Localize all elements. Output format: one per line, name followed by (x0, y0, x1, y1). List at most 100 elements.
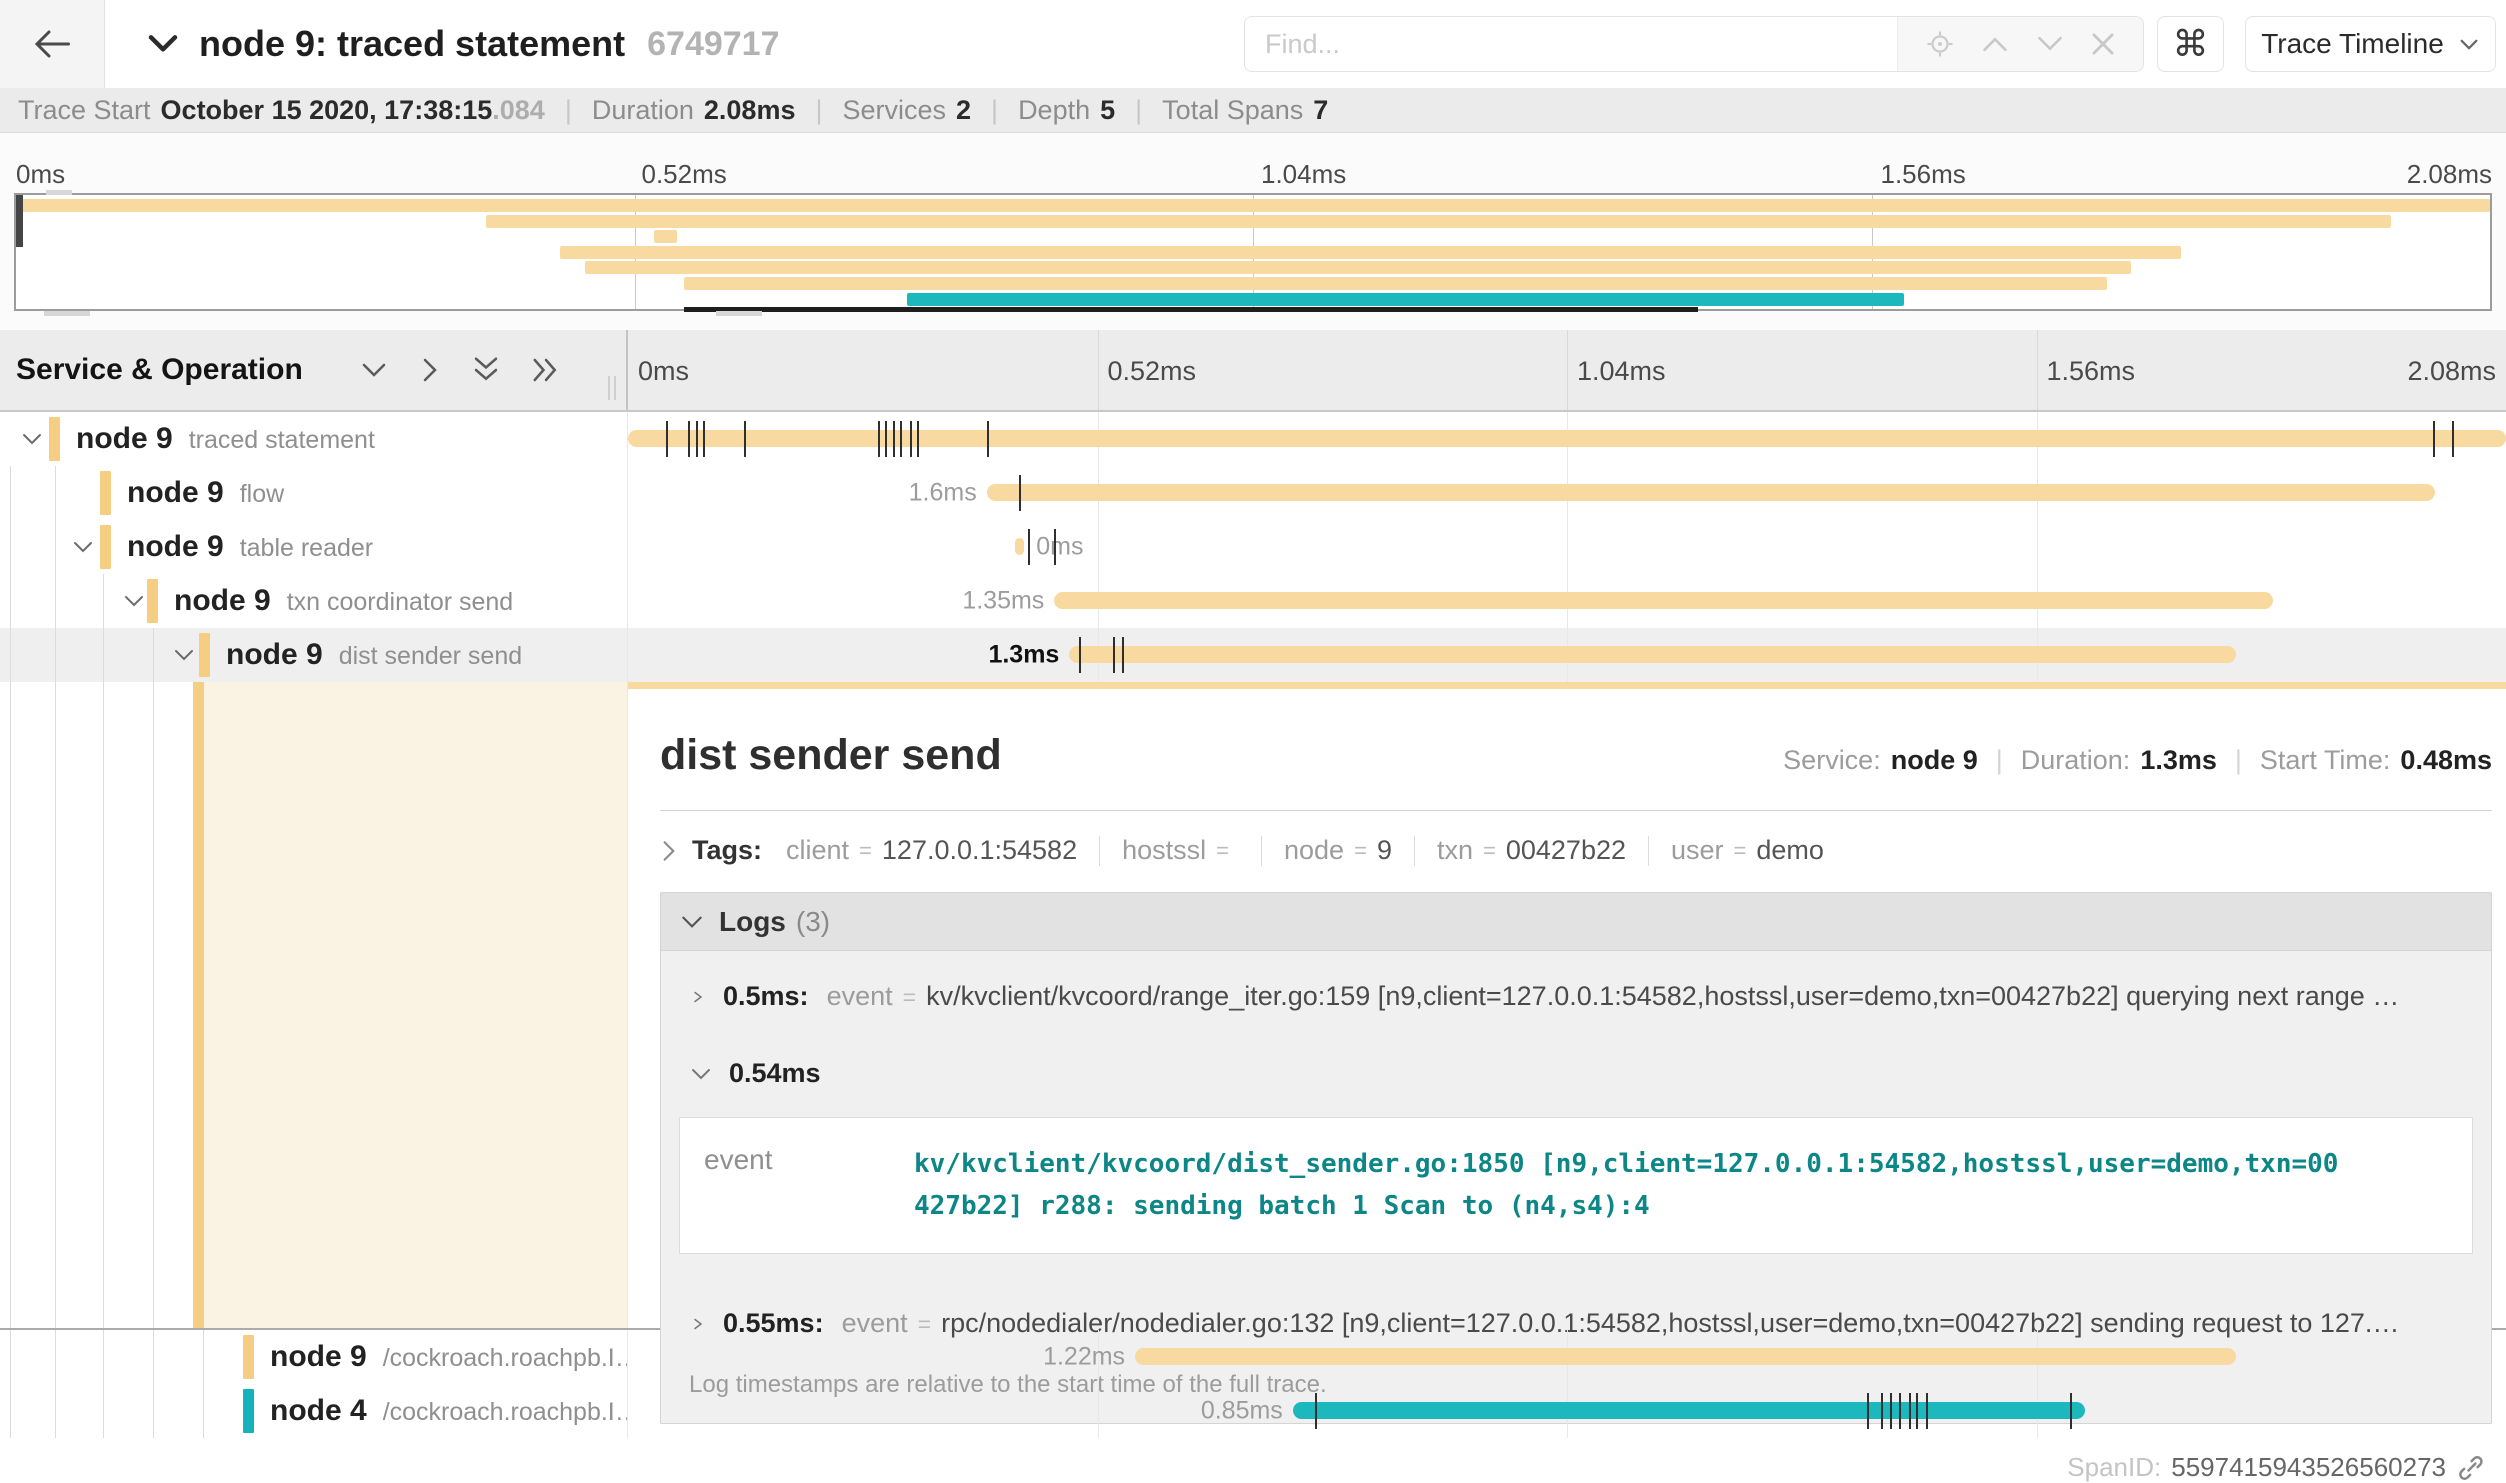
span-bar[interactable] (1069, 646, 2235, 663)
tag-key: hostssl (1122, 835, 1206, 866)
span-bar[interactable] (1135, 1348, 2236, 1365)
span-name-cell[interactable]: node 4/cockroach.roachpb.I… (0, 1384, 628, 1438)
span-operation-name: dist sender send (339, 642, 522, 670)
log-marker-tick (885, 421, 887, 457)
find-prev-icon[interactable] (1981, 34, 2009, 54)
tags-label: Tags: (692, 835, 762, 866)
span-name-cell[interactable]: node 9txn coordinator send (0, 574, 628, 628)
span-service-name[interactable]: node 9/cockroach.roachpb.I… (270, 1340, 628, 1374)
span-collapse-chevron-icon[interactable] (122, 593, 146, 609)
service-operation-title: Service & Operation (16, 353, 303, 387)
indent-guide (153, 1330, 154, 1384)
minimap-drag-handle[interactable] (16, 195, 23, 247)
span-row: node 9table reader 0ms (0, 520, 2506, 574)
span-timeline-cell[interactable]: 1.35ms (628, 574, 2506, 628)
span-operation-name: table reader (240, 534, 373, 562)
span-timeline-cell[interactable]: 1.6ms (628, 466, 2506, 520)
span-timeline-cell[interactable]: 0.85ms (628, 1384, 2506, 1438)
minimap-scrub-line[interactable] (684, 307, 1698, 312)
detail-meta-label: Start Time: (2260, 745, 2391, 776)
span-id-label: SpanID: (2067, 1452, 2161, 1483)
span-collapse-chevron-icon[interactable] (71, 539, 95, 555)
span-bar[interactable] (1293, 1402, 2086, 1419)
span-id-row: SpanID: 5597415943526560273 (660, 1452, 2492, 1483)
meta-separator: | (1996, 745, 2003, 776)
summary-separator: | (991, 95, 998, 126)
log-marker-tick (1019, 475, 1021, 511)
ruler-gridline (2037, 330, 2038, 410)
minimap-scrub-tab[interactable] (46, 190, 72, 195)
log-entry[interactable]: 0.5ms:event=kv/kvclient/kvcoord/range_it… (679, 955, 2473, 1032)
span-color-accent (100, 471, 111, 515)
ruler-gridline (1098, 330, 1099, 410)
span-name-cell[interactable]: node 9traced statement (0, 412, 628, 466)
span-name-cell[interactable]: node 9flow (0, 466, 628, 520)
span-timeline-cell[interactable]: 1.3ms (628, 628, 2506, 682)
find-input[interactable] (1245, 17, 1897, 71)
tag-value: 127.0.0.1:54582 (882, 835, 1077, 866)
logs-header[interactable]: Logs (3) (661, 893, 2491, 951)
expand-one-icon[interactable] (419, 355, 441, 385)
minimap-span-bar (486, 215, 2391, 228)
minimap-scrub-tab[interactable] (716, 311, 762, 316)
span-timeline-cell[interactable]: 1.22ms (628, 1330, 2506, 1384)
span-service-name[interactable]: node 4/cockroach.roachpb.I… (270, 1394, 628, 1428)
log-marker-tick (2452, 421, 2454, 457)
span-name-cell[interactable]: node 9table reader (0, 520, 628, 574)
detail-meta-value: node 9 (1891, 745, 1978, 776)
log-marker-tick (910, 421, 912, 457)
log-marker-tick (2433, 421, 2435, 457)
span-name-cell[interactable]: node 9/cockroach.roachpb.I… (0, 1330, 628, 1384)
chevron-down-icon (679, 913, 705, 931)
indent-guide (103, 1384, 104, 1438)
tag-separator (1099, 836, 1100, 866)
span-collapse-chevron-icon[interactable] (172, 647, 196, 663)
expand-all-icon[interactable] (531, 355, 561, 385)
arrow-left-icon (34, 29, 70, 59)
column-resize-grip[interactable] (608, 376, 616, 400)
minimap-tick-label: 0ms (16, 159, 65, 190)
log-field-key: event (680, 1144, 830, 1227)
back-button[interactable] (0, 0, 105, 88)
indent-guide (203, 1330, 204, 1384)
tags-row[interactable]: Tags: client=127.0.0.1:54582hostssl=node… (660, 835, 2492, 866)
indent-guide (55, 1330, 56, 1384)
span-collapse-chevron-icon[interactable] (20, 431, 44, 447)
logs-count: (3) (796, 906, 830, 938)
find-next-icon[interactable] (2036, 34, 2064, 54)
collapse-one-icon[interactable] (359, 359, 389, 381)
collapse-all-icon[interactable] (471, 355, 501, 385)
log-entry[interactable]: 0.54ms (679, 1032, 2473, 1109)
keyboard-shortcuts-button[interactable]: ⌘ (2157, 16, 2224, 72)
indent-guide (10, 574, 11, 628)
focus-target-icon[interactable] (1925, 29, 1955, 59)
indent-guide (203, 1384, 204, 1438)
timeline-gridline (2037, 520, 2038, 574)
clear-find-icon[interactable] (2090, 31, 2116, 57)
trace-view-dropdown[interactable]: Trace Timeline (2245, 16, 2496, 72)
span-service-name[interactable]: node 9table reader (127, 530, 373, 564)
span-service-name[interactable]: node 9flow (127, 476, 284, 510)
span-service-name[interactable]: node 9traced statement (76, 422, 375, 456)
span-bar[interactable] (1054, 592, 2273, 609)
collapse-trace-chevron[interactable] (147, 33, 179, 55)
span-bar[interactable] (1015, 538, 1024, 555)
deep-link-icon[interactable] (2456, 1453, 2486, 1483)
log-marker-tick (893, 421, 895, 457)
minimap-scrub-tab[interactable] (44, 311, 90, 316)
span-service-name[interactable]: node 9txn coordinator send (174, 584, 513, 618)
summary-label: Duration (592, 95, 694, 126)
minimap-canvas[interactable] (14, 193, 2492, 311)
span-bar[interactable] (987, 484, 2435, 501)
summary-separator: | (1135, 95, 1142, 126)
span-name-cell[interactable]: node 9dist sender send (0, 628, 628, 682)
tag-equals: = (859, 838, 872, 864)
log-marker-tick (900, 421, 902, 457)
span-timeline-cell[interactable] (628, 412, 2506, 466)
minimap-span-bar (16, 199, 2490, 212)
log-marker-tick (1890, 1393, 1892, 1429)
tag-key: user (1671, 835, 1724, 866)
span-service-name[interactable]: node 9dist sender send (226, 638, 522, 672)
tag-items: client=127.0.0.1:54582hostssl=node=9txn=… (786, 835, 1824, 866)
span-timeline-cell[interactable]: 0ms (628, 520, 2506, 574)
